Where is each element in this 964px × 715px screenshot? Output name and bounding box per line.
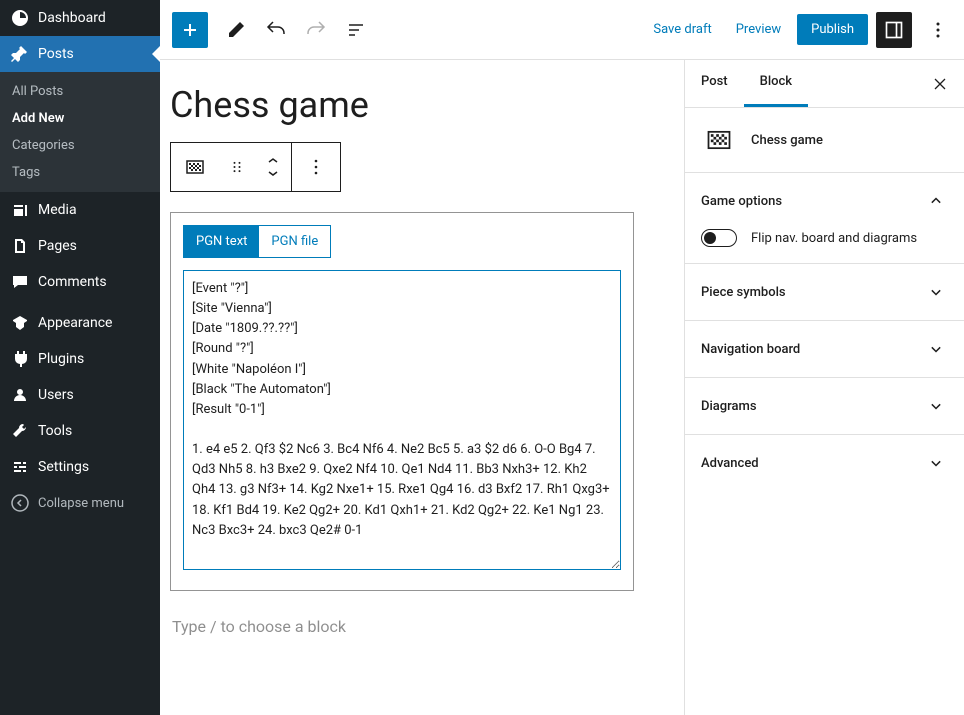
chevron-down-icon	[924, 451, 948, 475]
settings-toggle-button[interactable]	[876, 12, 912, 48]
comments-icon	[10, 272, 30, 292]
media-icon	[10, 200, 30, 220]
sidebar-item-settings[interactable]: Settings	[0, 449, 160, 485]
sidebar-label: Pages	[38, 238, 77, 254]
settings-panel: Post Block Chess game Game options	[684, 60, 964, 715]
block-appender[interactable]: Type / to choose a block	[160, 601, 644, 652]
sidebar-label: Settings	[38, 459, 89, 475]
block-toolbar	[170, 142, 341, 192]
flip-board-label: Flip nav. board and diagrams	[751, 231, 917, 246]
editor: Save draft Preview Publish Chess game	[160, 0, 964, 715]
sidebar-label: Tools	[38, 423, 72, 439]
post-title[interactable]: Chess game	[160, 60, 644, 142]
pages-icon	[10, 236, 30, 256]
sidebar-label: Posts	[38, 46, 74, 62]
panel-title: Piece symbols	[701, 285, 786, 300]
topbar-left	[168, 12, 374, 48]
submenu-all-posts[interactable]: All Posts	[0, 78, 160, 105]
sidebar-item-posts[interactable]: Posts	[0, 36, 160, 72]
chess-block-icon	[701, 122, 737, 158]
sidebar-item-pages[interactable]: Pages	[0, 228, 160, 264]
chevron-up-icon	[924, 189, 948, 213]
sidebar-label: Users	[38, 387, 74, 403]
tab-block[interactable]: Block	[744, 60, 808, 107]
sidebar-item-users[interactable]: Users	[0, 377, 160, 413]
more-options-button[interactable]	[920, 12, 956, 48]
pin-icon	[10, 44, 30, 64]
chevron-down-icon	[924, 337, 948, 361]
undo-button[interactable]	[258, 12, 294, 48]
block-card: Chess game	[685, 108, 964, 172]
sidebar-item-plugins[interactable]: Plugins	[0, 341, 160, 377]
users-icon	[10, 385, 30, 405]
block-name: Chess game	[751, 133, 823, 148]
chess-game-block[interactable]: PGN text PGN file	[170, 212, 634, 591]
tab-post[interactable]: Post	[685, 60, 744, 107]
settings-tabs: Post Block	[685, 60, 964, 108]
edit-mode-button[interactable]	[218, 12, 254, 48]
publish-button[interactable]: Publish	[797, 14, 868, 45]
posts-submenu: All Posts Add New Categories Tags	[0, 72, 160, 192]
collapse-icon	[10, 493, 30, 513]
collapse-label: Collapse menu	[38, 496, 124, 511]
block-type-button[interactable]	[171, 143, 219, 191]
plugins-icon	[10, 349, 30, 369]
dashboard-icon	[10, 8, 30, 28]
panel-game-options: Game options Flip nav. board and diagram…	[685, 172, 964, 263]
submenu-add-new[interactable]: Add New	[0, 105, 160, 132]
editor-topbar: Save draft Preview Publish	[160, 0, 964, 60]
chevron-down-icon	[924, 394, 948, 418]
topbar-right: Save draft Preview Publish	[645, 12, 956, 48]
tab-pgn-file[interactable]: PGN file	[259, 226, 330, 257]
pgn-textarea[interactable]	[183, 270, 621, 570]
sidebar-label: Appearance	[38, 315, 112, 331]
sidebar-item-tools[interactable]: Tools	[0, 413, 160, 449]
move-buttons[interactable]	[255, 143, 291, 191]
close-settings-button[interactable]	[916, 60, 964, 107]
sidebar-item-media[interactable]: Media	[0, 192, 160, 228]
sidebar-item-dashboard[interactable]: Dashboard	[0, 0, 160, 36]
flip-board-toggle[interactable]	[701, 229, 737, 247]
panel-head-game-options[interactable]: Game options	[685, 173, 964, 229]
editor-body: Chess game	[160, 60, 964, 715]
settings-icon	[10, 457, 30, 477]
editor-canvas[interactable]: Chess game	[160, 60, 684, 715]
block-more-button[interactable]	[292, 143, 340, 191]
panel-advanced: Advanced	[685, 434, 964, 491]
preview-button[interactable]: Preview	[728, 16, 789, 43]
save-draft-button[interactable]: Save draft	[645, 16, 719, 43]
sidebar-label: Media	[38, 202, 77, 218]
panel-body-game-options: Flip nav. board and diagrams	[685, 229, 964, 263]
redo-button[interactable]	[298, 12, 334, 48]
sidebar-item-comments[interactable]: Comments	[0, 264, 160, 300]
panel-title: Game options	[701, 194, 782, 209]
sidebar-label: Plugins	[38, 351, 84, 367]
drag-handle[interactable]	[219, 143, 255, 191]
pgn-tabs: PGN text PGN file	[183, 225, 331, 258]
panel-navigation-board: Navigation board	[685, 320, 964, 377]
panel-title: Navigation board	[701, 342, 800, 357]
panel-head-diagrams[interactable]: Diagrams	[685, 378, 964, 434]
tools-icon	[10, 421, 30, 441]
panel-diagrams: Diagrams	[685, 377, 964, 434]
appearance-icon	[10, 313, 30, 333]
sidebar-item-appearance[interactable]: Appearance	[0, 305, 160, 341]
panel-head-piece-symbols[interactable]: Piece symbols	[685, 264, 964, 320]
panel-head-navigation-board[interactable]: Navigation board	[685, 321, 964, 377]
submenu-tags[interactable]: Tags	[0, 159, 160, 186]
block-inserter-button[interactable]	[172, 12, 208, 48]
document-overview-button[interactable]	[338, 12, 374, 48]
collapse-menu[interactable]: Collapse menu	[0, 485, 160, 521]
submenu-categories[interactable]: Categories	[0, 132, 160, 159]
admin-sidebar: Dashboard Posts All Posts Add New Catego…	[0, 0, 160, 715]
sidebar-label: Dashboard	[38, 10, 106, 26]
panel-piece-symbols: Piece symbols	[685, 263, 964, 320]
chevron-down-icon	[924, 280, 948, 304]
sidebar-label: Comments	[38, 274, 107, 290]
panel-head-advanced[interactable]: Advanced	[685, 435, 964, 491]
tab-pgn-text[interactable]: PGN text	[184, 226, 259, 257]
panel-title: Advanced	[701, 456, 759, 471]
panel-title: Diagrams	[701, 399, 757, 414]
